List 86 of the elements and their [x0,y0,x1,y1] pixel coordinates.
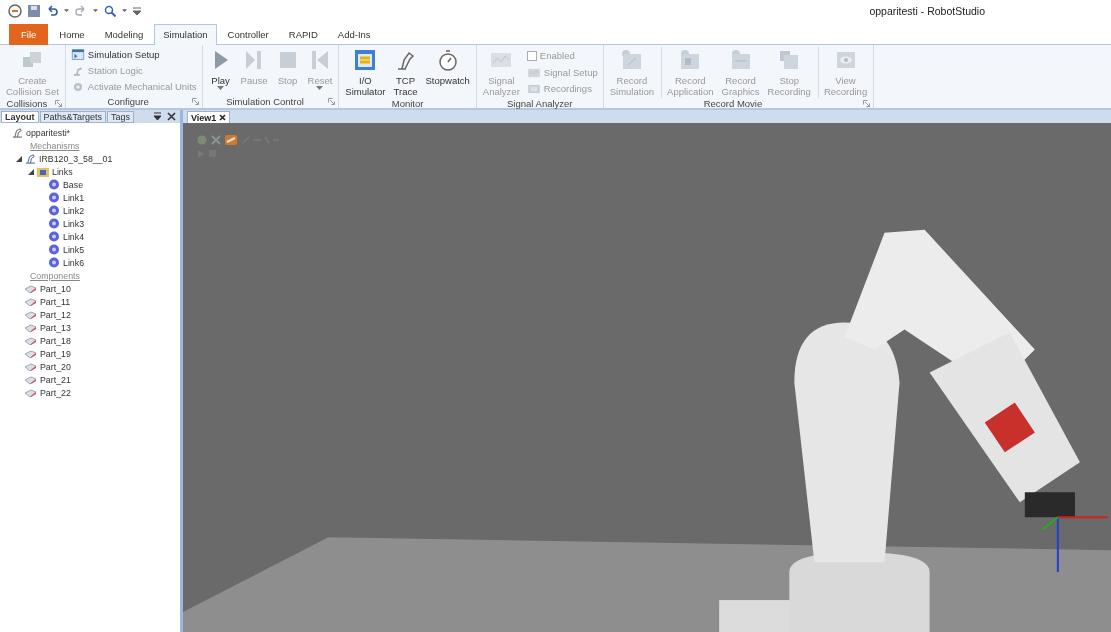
gear-icon [48,218,60,229]
undo-icon[interactable] [46,5,58,17]
group-label: Simulation Control [225,96,305,107]
ribbon-button[interactable]: Stopwatch [422,47,473,87]
gear-icon [48,192,60,203]
group-label: Monitor [390,98,425,109]
tree-item[interactable]: Link1 [63,192,85,203]
part-icon [24,322,37,333]
caret-icon[interactable] [64,9,69,13]
ribbon-tab[interactable]: Controller [218,24,278,45]
part-icon [24,374,37,385]
tree-item[interactable]: Part_18 [40,335,71,346]
ribbon-tab[interactable]: Modeling [95,24,153,45]
tree-item[interactable]: Links [52,166,73,177]
ribbon-tab[interactable]: Home [50,24,94,45]
ribbon-tab[interactable]: Simulation [154,24,217,45]
tree-item[interactable]: Part_20 [40,361,71,372]
panel-tab[interactable]: Paths&Targets [39,110,107,123]
ribbon-button[interactable]: Simulation Setup [68,47,199,62]
window-title: opparitesti - RobotStudio [869,5,985,17]
gear-icon [48,244,60,255]
close-icon[interactable] [219,114,227,121]
expand-icon[interactable] [211,135,221,145]
tree-item[interactable]: Part_19 [40,348,71,359]
tree-item[interactable]: Part_11 [40,296,71,307]
tree-item[interactable]: Link5 [63,244,85,255]
tree-item[interactable]: opparitesti* [26,127,70,138]
window-icon [70,47,85,62]
ribbon-button[interactable]: TCP Trace [390,47,421,98]
close-icon[interactable] [167,112,176,121]
launcher-icon[interactable] [328,98,336,105]
tree-item[interactable]: Part_22 [40,387,71,398]
ribbon-button[interactable]: Play [205,47,236,92]
gear-icon [48,205,60,216]
caret-icon[interactable] [93,9,98,13]
panel-tab[interactable]: Tags [107,110,135,123]
part-icon [24,387,37,398]
expander-icon[interactable] [28,168,34,175]
tree-item[interactable]: Link2 [63,205,85,216]
group-label: Record Movie [702,98,764,109]
launcher-icon[interactable] [191,98,199,105]
tree-item[interactable]: Link4 [63,231,85,242]
gear-icon [48,231,60,242]
part-icon [24,283,37,294]
group-label: Signal Analyzer [506,98,574,109]
caret-icon [217,86,225,91]
launcher-icon[interactable] [863,100,871,107]
station-icon [12,127,23,138]
document-tab[interactable]: View1 [187,111,231,123]
customize-icon[interactable] [133,7,141,15]
tree-item[interactable]: Part_21 [40,374,71,385]
part-icon [24,296,37,307]
caret-icon[interactable] [122,9,127,13]
ribbon-button[interactable]: I/O Simulator [342,47,389,98]
dropdown-icon[interactable] [153,112,162,121]
launcher-icon[interactable] [54,100,62,107]
tree-item[interactable]: Part_13 [40,322,71,333]
zoom-icon[interactable] [104,5,116,17]
tree-item[interactable]: IRB120_3_58__01 [39,153,113,164]
caret-icon [316,86,324,91]
gear-icon [48,179,60,190]
tree-item[interactable]: Part_10 [40,283,71,294]
folder-icon [37,166,49,177]
part-icon [24,361,37,372]
tree-item[interactable]: Part_12 [40,309,71,320]
panel-tab[interactable]: Layout [1,110,39,123]
redo-icon[interactable] [75,5,87,17]
robot-icon [25,153,36,164]
part-icon [24,309,37,320]
ribbon-tab[interactable]: Add-Ins [328,24,380,45]
group-label: Collisions [5,98,49,109]
part-icon [24,335,37,346]
tree-item[interactable]: Link6 [63,257,85,268]
group-label: Configure [106,96,150,107]
save-icon[interactable] [28,5,40,17]
app-logo-icon [8,4,22,18]
ribbon-tab[interactable]: RAPID [279,24,327,45]
io-panel-icon [353,48,378,72]
expander-icon[interactable] [16,155,22,162]
selection-icon[interactable] [225,135,237,145]
part-icon [24,348,37,359]
section-header: Components [29,270,80,281]
tree-item[interactable]: Link3 [63,218,85,229]
section-header: Mechanisms [29,140,80,151]
gear-icon [48,257,60,268]
tree-item[interactable]: Base [63,179,84,190]
